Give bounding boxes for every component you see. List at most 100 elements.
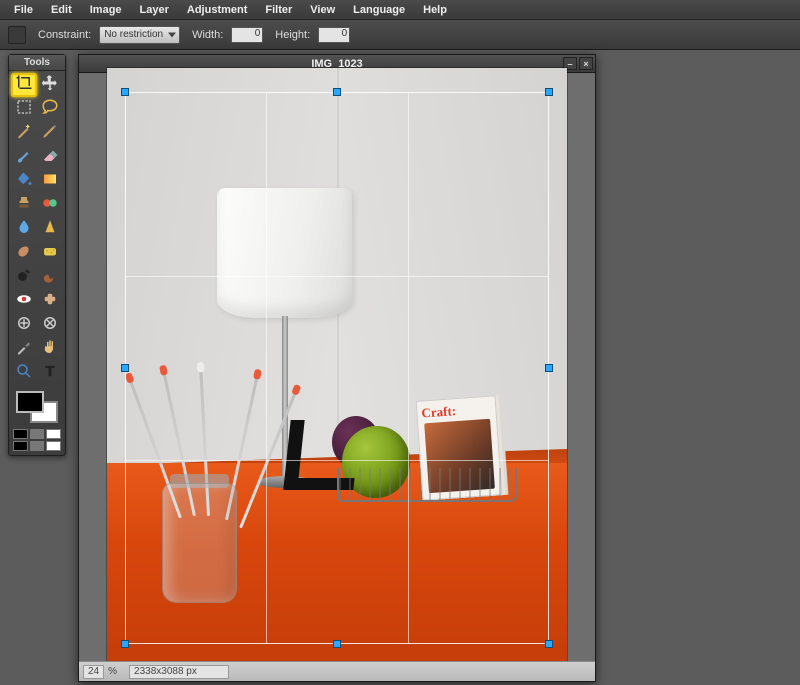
zoom-unit: % bbox=[108, 666, 117, 677]
swatch-white[interactable] bbox=[46, 429, 61, 439]
swatch-black[interactable] bbox=[13, 429, 28, 439]
crop-handle-n[interactable] bbox=[333, 88, 341, 96]
tool-sharpen[interactable] bbox=[37, 217, 63, 241]
crop-handle-nw[interactable] bbox=[121, 88, 129, 96]
window-close-button[interactable]: × bbox=[579, 57, 593, 70]
tool-move[interactable] bbox=[37, 73, 63, 97]
crop-grid-line bbox=[125, 460, 549, 461]
burn-icon bbox=[41, 266, 59, 289]
crop-selection[interactable] bbox=[125, 92, 549, 644]
type-icon bbox=[41, 362, 59, 385]
red-eye-icon bbox=[15, 290, 33, 313]
eyedropper-icon bbox=[15, 338, 33, 361]
crop-handle-e[interactable] bbox=[545, 364, 553, 372]
brush-icon bbox=[15, 146, 33, 169]
swatch-gray[interactable] bbox=[30, 429, 45, 439]
swatch-gray-2[interactable] bbox=[30, 441, 45, 451]
tool-pinch[interactable] bbox=[37, 313, 63, 337]
crop-grid-line bbox=[266, 92, 267, 644]
tool-zoom[interactable] bbox=[11, 361, 37, 385]
hand-icon bbox=[41, 338, 59, 361]
document-status-bar: 24 % 2338x3088 px bbox=[79, 661, 595, 681]
spot-heal-icon bbox=[41, 290, 59, 313]
crop-grid-line bbox=[408, 92, 409, 644]
canvas[interactable]: Craft: bbox=[107, 68, 567, 666]
menu-bar: File Edit Image Layer Adjustment Filter … bbox=[0, 0, 800, 20]
lasso-icon bbox=[41, 98, 59, 121]
sharpen-icon bbox=[41, 218, 59, 241]
tool-crop[interactable] bbox=[11, 73, 37, 97]
tool-red-eye[interactable] bbox=[11, 289, 37, 313]
crop-icon bbox=[15, 74, 33, 97]
menu-adjustment[interactable]: Adjustment bbox=[179, 2, 256, 18]
tool-burn[interactable] bbox=[37, 265, 63, 289]
tools-panel: Tools bbox=[8, 54, 66, 456]
tool-wand[interactable] bbox=[11, 121, 37, 145]
width-label: Width: bbox=[192, 29, 223, 41]
tool-lasso[interactable] bbox=[37, 97, 63, 121]
color-replace-icon bbox=[41, 194, 59, 217]
paint-bucket-icon bbox=[15, 170, 33, 193]
tool-gradient[interactable] bbox=[37, 169, 63, 193]
tool-clone-stamp[interactable] bbox=[11, 193, 37, 217]
dimensions-readout: 2338x3088 px bbox=[129, 665, 229, 679]
document-window: IMG_1023 – × Craft: bbox=[78, 54, 596, 682]
tools-grid bbox=[9, 71, 65, 387]
preset-swatches bbox=[9, 429, 65, 455]
width-input[interactable]: 0 bbox=[231, 27, 263, 43]
crop-grid-line bbox=[125, 276, 549, 277]
dodge-icon bbox=[15, 266, 33, 289]
zoom-icon bbox=[15, 362, 33, 385]
swatch-black-2[interactable] bbox=[13, 441, 28, 451]
crop-handle-se[interactable] bbox=[545, 640, 553, 648]
eraser-icon bbox=[41, 146, 59, 169]
tool-eraser[interactable] bbox=[37, 145, 63, 169]
tool-color-picker[interactable] bbox=[11, 337, 37, 361]
constraint-label: Constraint: bbox=[38, 29, 91, 41]
crop-handle-w[interactable] bbox=[121, 364, 129, 372]
tool-paint-bucket[interactable] bbox=[11, 169, 37, 193]
tool-smudge[interactable] bbox=[11, 241, 37, 265]
swatch-white-2[interactable] bbox=[46, 441, 61, 451]
pinch-icon bbox=[41, 314, 59, 337]
blur-icon bbox=[15, 218, 33, 241]
menu-layer[interactable]: Layer bbox=[132, 2, 177, 18]
crop-handle-sw[interactable] bbox=[121, 640, 129, 648]
menu-filter[interactable]: Filter bbox=[257, 2, 300, 18]
tools-panel-title: Tools bbox=[9, 55, 65, 71]
zoom-value[interactable]: 24 bbox=[83, 665, 104, 679]
clone-stamp-icon bbox=[15, 194, 33, 217]
height-input[interactable]: 0 bbox=[318, 27, 350, 43]
canvas-area[interactable]: Craft: bbox=[79, 73, 595, 661]
menu-view[interactable]: View bbox=[302, 2, 343, 18]
smudge-icon bbox=[15, 242, 33, 265]
gradient-icon bbox=[41, 170, 59, 193]
sponge-icon bbox=[41, 242, 59, 265]
foreground-color[interactable] bbox=[16, 391, 44, 413]
tool-sponge[interactable] bbox=[37, 241, 63, 265]
tool-spot-heal[interactable] bbox=[37, 289, 63, 313]
menu-language[interactable]: Language bbox=[345, 2, 413, 18]
tool-color-replace[interactable] bbox=[37, 193, 63, 217]
menu-help[interactable]: Help bbox=[415, 2, 455, 18]
marquee-icon bbox=[15, 98, 33, 121]
tool-pencil[interactable] bbox=[37, 121, 63, 145]
move-icon bbox=[41, 74, 59, 97]
height-label: Height: bbox=[275, 29, 310, 41]
crop-handle-ne[interactable] bbox=[545, 88, 553, 96]
tool-blur[interactable] bbox=[11, 217, 37, 241]
tool-dodge[interactable] bbox=[11, 265, 37, 289]
tool-brush[interactable] bbox=[11, 145, 37, 169]
tool-type[interactable] bbox=[37, 361, 63, 385]
menu-edit[interactable]: Edit bbox=[43, 2, 80, 18]
tool-bloat[interactable] bbox=[11, 313, 37, 337]
menu-file[interactable]: File bbox=[6, 2, 41, 18]
crop-handle-s[interactable] bbox=[333, 640, 341, 648]
pencil-icon bbox=[41, 122, 59, 145]
tool-marquee[interactable] bbox=[11, 97, 37, 121]
options-bar: Constraint: No restriction Width: 0 Heig… bbox=[0, 20, 800, 50]
tool-hand[interactable] bbox=[37, 337, 63, 361]
color-swatches bbox=[9, 387, 65, 429]
constraint-select[interactable]: No restriction bbox=[99, 26, 180, 44]
menu-image[interactable]: Image bbox=[82, 2, 130, 18]
